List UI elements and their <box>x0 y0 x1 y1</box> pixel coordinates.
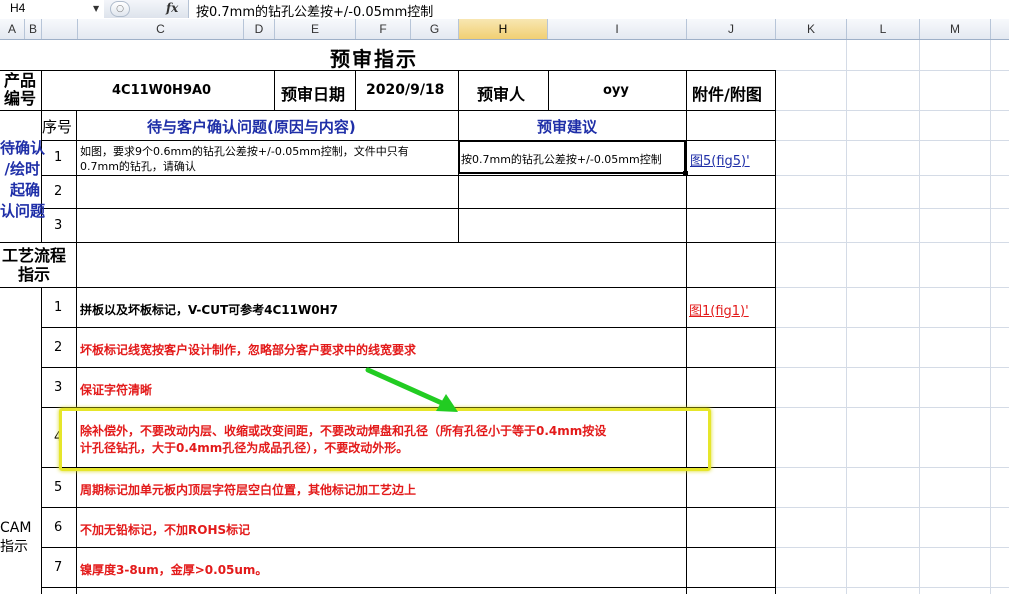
name-box[interactable]: H4 ▼ <box>0 0 105 18</box>
col-header-k[interactable]: K <box>776 19 847 39</box>
review-date-label: 预审日期 <box>281 85 346 104</box>
cam-item-text[interactable]: 周期标记加单元板内顶层字符层空白位置，其他标记加工艺边上 <box>80 481 416 498</box>
resize-handle-icon[interactable]: ○ <box>110 1 130 17</box>
grid-line <box>775 587 1009 588</box>
grid-line <box>846 40 847 594</box>
issue-suggestion[interactable]: 按0.7mm的钻孔公差按+/-0.05mm控制 <box>461 151 662 167</box>
fx-icon[interactable]: fx <box>166 1 178 15</box>
issue-text-line1[interactable]: 如图，要求9个0.6mm的钻孔公差按+/-0.05mm控制，文件中只有 <box>80 143 409 159</box>
grid-line <box>775 208 1009 209</box>
suggest-header: 预审建议 <box>537 118 598 136</box>
issue-text-line2[interactable]: 0.7mm的钻孔，请确认 <box>80 158 196 174</box>
col-header-a[interactable]: A <box>0 19 25 39</box>
grid-line <box>775 547 1009 548</box>
grid-line <box>775 110 1009 111</box>
cam-item-no: 5 <box>54 480 63 495</box>
grid-line <box>775 175 1009 176</box>
col-header-f[interactable]: F <box>356 19 411 39</box>
issue-no: 3 <box>54 218 63 233</box>
col-header-g[interactable]: G <box>411 19 459 39</box>
grid-line <box>775 407 1009 408</box>
grid-line <box>775 327 1009 328</box>
green-arrow-icon <box>365 367 458 412</box>
product-value[interactable]: 4C11W0H9A0 <box>112 83 211 98</box>
col-header-h[interactable]: H <box>459 19 548 39</box>
col-header-c[interactable]: C <box>78 19 244 39</box>
name-box-value: H4 <box>10 1 26 15</box>
cam-item-text[interactable]: 拼板以及坏板标记，V-CUT可参考4C11W0H7 <box>80 301 338 318</box>
column-headers: A B C D E F G H I J K L M <box>0 19 1009 40</box>
formula-tools: ○ fx <box>104 0 189 18</box>
grid-line <box>775 287 1009 288</box>
sheet-title: 预审指示 <box>330 47 418 71</box>
cam-item-no: 1 <box>54 300 63 315</box>
cam-label: CAM 指示 <box>0 520 32 555</box>
cam-item-text[interactable]: 不加无铅标记，不加ROHS标记 <box>80 521 250 538</box>
product-label: 产品 编号 <box>3 71 36 108</box>
question-section-label: 待确认 /绘时 起确 认问题 <box>0 139 46 220</box>
formula-input[interactable]: 按0.7mm的钻孔公差按+/-0.05mm控制 <box>196 1 433 20</box>
cam-item-text[interactable]: 保证字符清晰 <box>80 381 152 398</box>
fill-handle[interactable] <box>683 171 688 176</box>
col-header-i[interactable]: I <box>548 19 687 39</box>
cam-item-text[interactable]: 镍厚度3-8um，金厚>0.05um。 <box>80 561 267 578</box>
grid-line <box>990 40 991 594</box>
col-header-j[interactable]: J <box>687 19 776 39</box>
reviewer-value[interactable]: oyy <box>603 83 629 98</box>
cam-item-no: 2 <box>54 340 63 355</box>
col-header-d[interactable]: D <box>244 19 275 39</box>
cam-item-no: 7 <box>54 560 63 575</box>
cam-item-text[interactable]: 坏板标记线宽按客户设计制作，忽略部分客户要求中的线宽要求 <box>80 341 416 358</box>
cam-item-no: 6 <box>54 520 63 535</box>
grid-line <box>775 467 1009 468</box>
issue-no: 1 <box>54 150 63 165</box>
grid-line <box>775 70 1009 71</box>
grid-line <box>775 507 1009 508</box>
col-header-b[interactable]: B <box>25 19 42 39</box>
issue-header: 待与客户确认问题(原因与内容) <box>147 118 356 136</box>
reviewer-label: 预审人 <box>477 85 526 104</box>
attachment-label: 附件/附图 <box>692 85 762 104</box>
col-header-m[interactable]: M <box>920 19 991 39</box>
grid-line <box>775 242 1009 243</box>
grid-line <box>919 40 920 594</box>
attachment-link-fig1[interactable]: 图1(fig1)' <box>689 300 749 319</box>
issue-no: 2 <box>54 184 63 199</box>
grid-line <box>775 140 1009 141</box>
attachment-link-fig5[interactable]: 图5(fig5)' <box>690 150 750 169</box>
cam-item-no: 3 <box>54 380 63 395</box>
col-header-e[interactable]: E <box>275 19 356 39</box>
review-date-value[interactable]: 2020/9/18 <box>366 82 444 98</box>
seq-header: 序号 <box>42 118 73 136</box>
process-label: 工艺流程 指示 <box>1 246 66 284</box>
col-header-l[interactable]: L <box>847 19 920 39</box>
chevron-down-icon[interactable]: ▼ <box>93 4 99 13</box>
col-header-gap <box>42 19 78 39</box>
grid-line <box>775 367 1009 368</box>
